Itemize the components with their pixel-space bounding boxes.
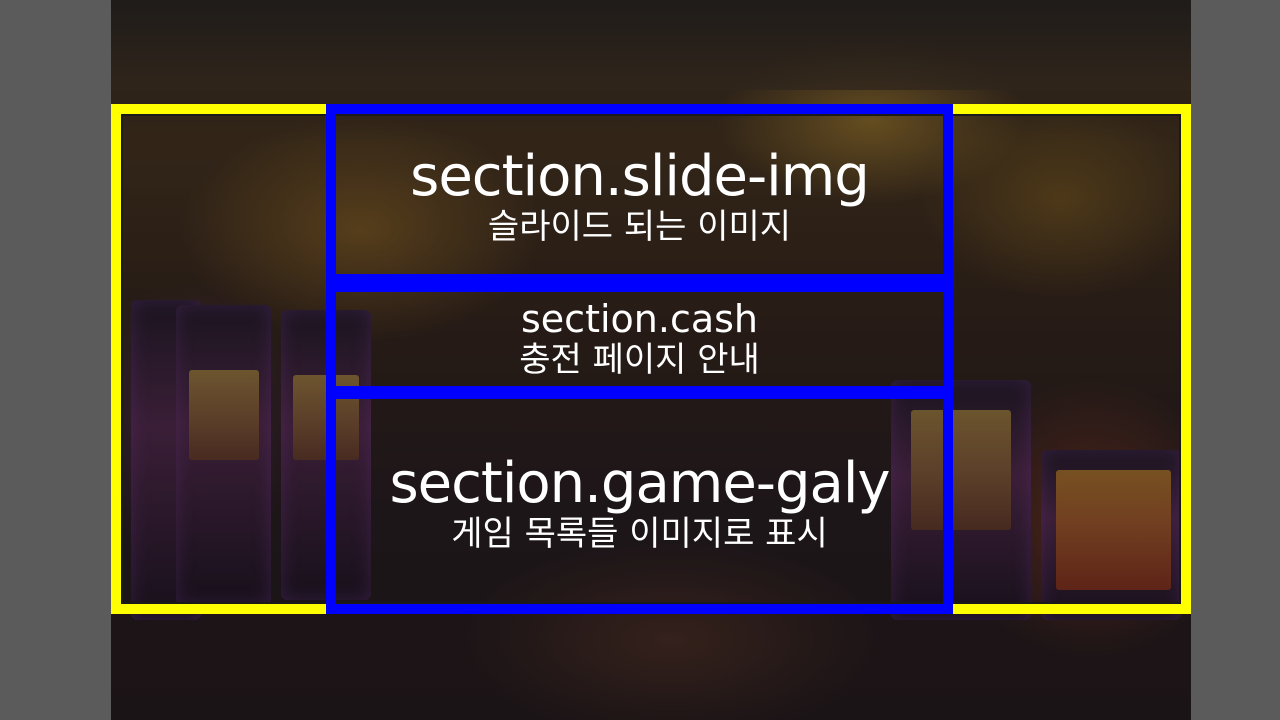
section-selector-label: section.slide-img [410, 144, 870, 209]
section-slide-img-box: section.slide-img 슬라이드 되는 이미지 [326, 104, 953, 284]
section-selector-label: section.game-galy [389, 450, 890, 516]
slide-canvas: section.slide-img 슬라이드 되는 이미지 section.ca… [0, 0, 1280, 720]
section-selector-label: section.cash [521, 297, 758, 341]
section-description: 슬라이드 되는 이미지 [487, 207, 792, 247]
section-cash-box: section.cash 충전 페이지 안내 [326, 282, 953, 396]
section-description: 충전 페이지 안내 [519, 340, 760, 380]
section-description: 게임 목록들 이미지로 표시 [451, 513, 828, 554]
section-game-galy-box: section.game-galy 게임 목록들 이미지로 표시 [326, 389, 953, 614]
